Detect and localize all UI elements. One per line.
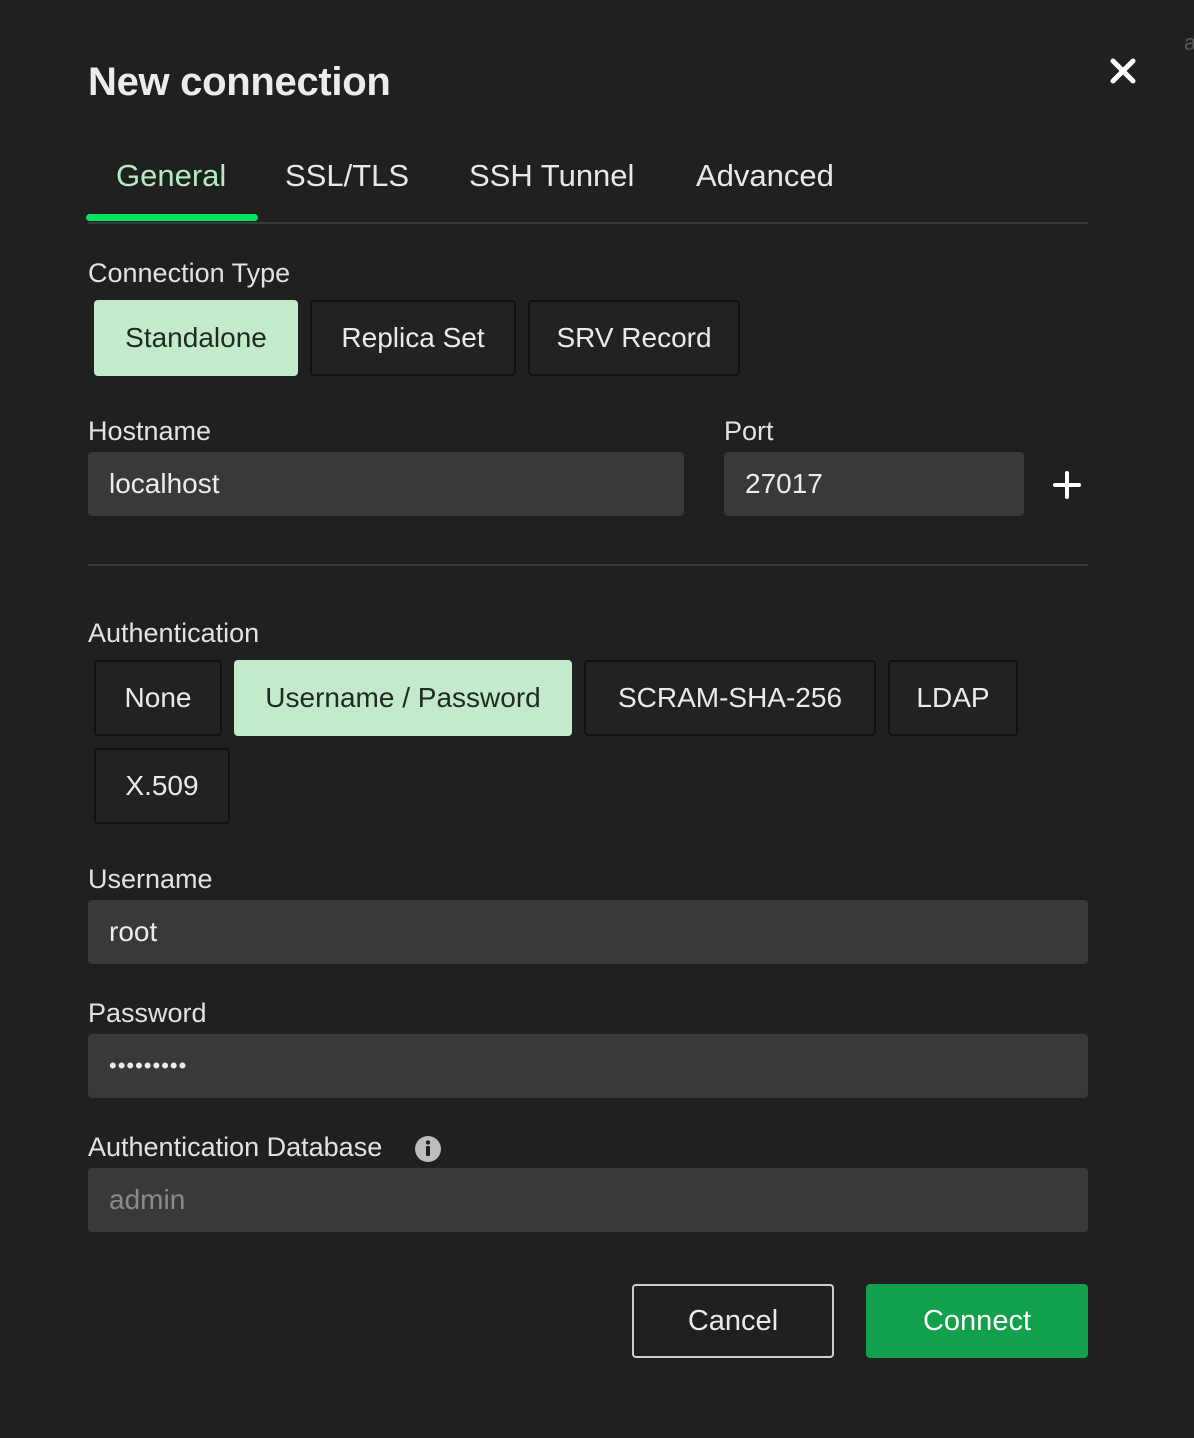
connection-type-srv-record[interactable]: SRV Record: [528, 300, 740, 376]
hostname-input[interactable]: localhost: [88, 452, 684, 516]
close-icon: [1110, 58, 1136, 84]
tab-general[interactable]: General: [116, 158, 226, 194]
port-input[interactable]: 27017: [724, 452, 1024, 516]
username-label: Username: [88, 864, 213, 894]
connection-type-replica-set[interactable]: Replica Set: [310, 300, 516, 376]
section-divider: [88, 564, 1088, 566]
username-input[interactable]: root: [88, 900, 1088, 964]
tab-ssh-tunnel[interactable]: SSH Tunnel: [469, 158, 634, 194]
auth-username-password[interactable]: Username / Password: [234, 660, 572, 736]
connection-type-label: Connection Type: [88, 258, 291, 288]
tab-ssl-tls[interactable]: SSL/TLS: [285, 158, 409, 194]
tab-advanced[interactable]: Advanced: [696, 158, 834, 194]
dialog-title: New connection: [88, 60, 391, 104]
add-host-button[interactable]: [1049, 467, 1085, 503]
auth-database-label: Authentication Database: [88, 1132, 383, 1162]
active-tab-indicator: [86, 214, 258, 221]
authentication-label: Authentication: [88, 618, 260, 648]
auth-none[interactable]: None: [94, 660, 222, 736]
connect-button[interactable]: Connect: [866, 1284, 1088, 1358]
auth-scram-sha-256[interactable]: SCRAM-SHA-256: [584, 660, 876, 736]
tab-bar: General SSL/TLS SSH Tunnel Advanced: [86, 150, 1088, 224]
hostname-label: Hostname: [88, 416, 212, 446]
cancel-button[interactable]: Cancel: [632, 1284, 834, 1358]
background-text-fragment: a: [1184, 30, 1194, 55]
auth-ldap[interactable]: LDAP: [888, 660, 1018, 736]
auth-database-input[interactable]: admin: [88, 1168, 1088, 1232]
new-connection-dialog: New connection a General SSL/TLS SSH Tun…: [0, 0, 1194, 1438]
port-label: Port: [724, 416, 774, 446]
password-input[interactable]: •••••••••: [88, 1034, 1088, 1098]
plus-icon: [1053, 471, 1081, 499]
close-button[interactable]: [1104, 52, 1142, 90]
info-icon[interactable]: [414, 1135, 442, 1163]
connection-type-standalone[interactable]: Standalone: [94, 300, 298, 376]
password-label: Password: [88, 998, 207, 1028]
auth-x509[interactable]: X.509: [94, 748, 230, 824]
